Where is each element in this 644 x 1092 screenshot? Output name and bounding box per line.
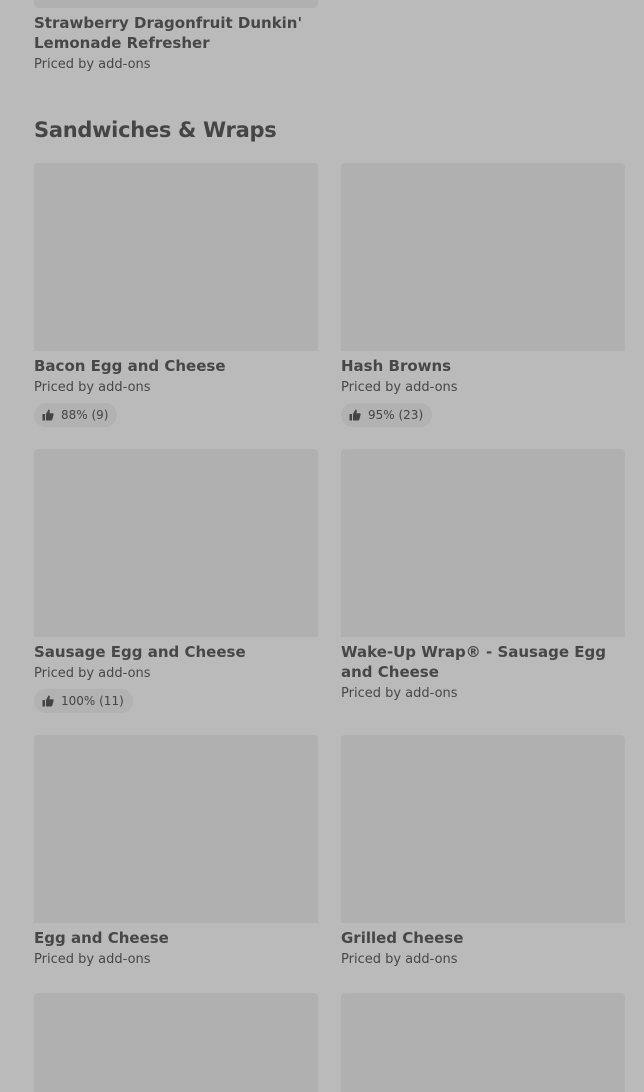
thumbs-up-icon <box>349 409 361 421</box>
menu-item-card[interactable]: Wake-Up Wrap® - Sausage Egg and Cheese P… <box>341 449 625 703</box>
item-image <box>34 735 318 923</box>
item-name: Sausage Egg and Cheese <box>34 643 246 661</box>
item-name: Strawberry Dragonfruit Dunkin' Lemonade … <box>34 14 303 52</box>
item-image <box>34 0 318 8</box>
item-name: Wake-Up Wrap® - Sausage Egg and Cheese <box>341 643 606 681</box>
menu-item-card[interactable]: Egg and Cheese Priced by add-ons <box>34 735 318 969</box>
menu-item-card[interactable]: Hash Browns Priced by add-ons 95% (23) <box>341 163 625 427</box>
item-name: Egg and Cheese <box>34 929 169 947</box>
item-price: Priced by add-ons <box>34 952 151 967</box>
rating-text: 100% (11) <box>61 694 124 708</box>
menu-item-top[interactable]: Strawberry Dragonfruit Dunkin' Lemonade … <box>34 0 318 74</box>
item-image <box>341 449 625 637</box>
item-name: Grilled Cheese <box>341 929 464 947</box>
item-image <box>34 449 318 637</box>
item-name: Bacon Egg and Cheese <box>34 357 226 375</box>
item-price: Priced by add-ons <box>34 57 151 72</box>
menu-item-card[interactable]: Bacon Egg and Cheese Priced by add-ons 8… <box>34 163 318 427</box>
item-name: Hash Browns <box>341 357 452 375</box>
item-image <box>341 163 625 351</box>
item-image <box>341 735 625 923</box>
rating-badge: 100% (11) <box>34 689 133 713</box>
item-image <box>34 163 318 351</box>
rating-badge: 88% (9) <box>34 403 118 427</box>
menu-item-card[interactable]: Sausage Egg and Cheese Priced by add-ons… <box>34 449 318 713</box>
section-title: Sandwiches & Wraps <box>34 118 277 142</box>
thumbs-up-icon <box>42 695 54 707</box>
rating-text: 95% (23) <box>368 408 424 422</box>
item-price: Priced by add-ons <box>341 380 458 395</box>
item-price: Priced by add-ons <box>34 380 151 395</box>
item-image <box>341 993 625 1092</box>
menu-item-card[interactable] <box>34 993 318 1092</box>
menu-item-card[interactable]: Grilled Cheese Priced by add-ons <box>341 735 625 969</box>
menu-item-card[interactable] <box>341 993 625 1092</box>
item-price: Priced by add-ons <box>34 666 151 681</box>
item-image <box>34 993 318 1092</box>
rating-text: 88% (9) <box>61 408 109 422</box>
thumbs-up-icon <box>42 409 54 421</box>
item-price: Priced by add-ons <box>341 686 458 701</box>
item-price: Priced by add-ons <box>341 952 458 967</box>
rating-badge: 95% (23) <box>341 403 433 427</box>
